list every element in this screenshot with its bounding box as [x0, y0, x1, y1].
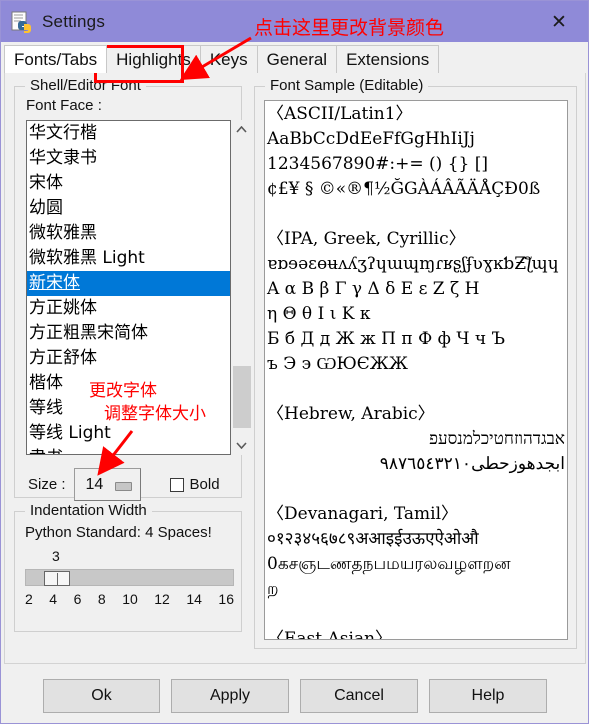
bold-label: Bold — [189, 476, 220, 493]
sample-line — [267, 377, 565, 402]
sample-line: 〈Devanagari, Tamil〉 — [267, 504, 459, 524]
list-item[interactable]: 等线 — [27, 396, 230, 421]
sample-line: Б б Д д Ж ж П п Ф ф Ч ч Ъ — [267, 329, 506, 349]
tab-keys[interactable]: Keys — [199, 45, 258, 73]
list-item[interactable]: 方正姚体 — [27, 296, 230, 321]
chevron-up-icon[interactable] — [231, 120, 252, 139]
sample-line: Α α Β β Γ γ Δ δ Ε ε Ζ ζ Η — [267, 279, 480, 299]
sample-line: AaBbCcDdEeFfGgHhIiJj — [267, 129, 475, 149]
sample-line: 〈Hebrew, Arabic〉 — [267, 404, 435, 424]
tick-label: 10 — [122, 591, 138, 607]
list-item[interactable]: 方正粗黑宋简体 — [27, 321, 230, 346]
tab-general[interactable]: General — [256, 45, 338, 73]
python-idle-icon — [11, 11, 33, 33]
list-item[interactable]: 微软雅黑 — [27, 221, 230, 246]
tab-fonts-tabs[interactable]: Fonts/Tabs — [4, 45, 108, 73]
sample-line: η Θ θ Ι ι Κ κ — [267, 304, 371, 324]
settings-dialog: Settings ✕ Fonts/Tabs Highlights Keys Ge… — [0, 0, 589, 724]
ok-button[interactable]: Ok — [43, 679, 160, 713]
checkbox-box[interactable] — [169, 477, 184, 492]
shell-editor-font-group: Shell/Editor Font Font Face : 华文行楷 华文隶书 … — [14, 77, 252, 501]
font-size-value: 14 — [85, 475, 104, 493]
tab-panel-fonts-tabs: Shell/Editor Font Font Face : 华文行楷 华文隶书 … — [4, 73, 586, 664]
font-face-list[interactable]: 华文行楷 华文隶书 宋体 幼圆 微软雅黑 微软雅黑 Light 新宋体 方正姚体… — [26, 120, 231, 455]
indentation-width-group: Indentation Width Python Standard: 4 Spa… — [14, 502, 242, 632]
slider-tick-labels: 2 4 6 8 10 12 14 16 — [25, 591, 234, 607]
list-item[interactable]: 等线 Light — [27, 421, 230, 446]
sample-line: 1234567890#:+= () {} [] — [267, 154, 488, 174]
list-item[interactable]: 宋体 — [27, 171, 230, 196]
sample-line: 〈East Asian〉 — [267, 629, 393, 640]
help-button[interactable]: Help — [429, 679, 547, 713]
slider-thumb[interactable] — [44, 571, 70, 586]
list-item[interactable]: 华文隶书 — [27, 146, 230, 171]
indentation-width-legend: Indentation Width — [25, 502, 152, 519]
font-sample-textarea[interactable]: 〈ASCII/Latin1〉 AaBbCcDdEeFfGgHhIiJj 1234… — [264, 100, 568, 640]
tab-highlights[interactable]: Highlights — [106, 45, 201, 73]
title-bar: Settings ✕ — [1, 1, 588, 42]
dialog-button-row: Ok Apply Cancel Help — [1, 674, 588, 718]
slider-value-label: 3 — [52, 548, 60, 564]
bold-checkbox[interactable]: Bold — [169, 476, 220, 493]
apply-button[interactable]: Apply — [171, 679, 289, 713]
list-item[interactable]: 华文行楷 — [27, 121, 230, 146]
shell-editor-font-legend: Shell/Editor Font — [25, 77, 146, 94]
size-label: Size : — [28, 476, 66, 493]
sample-line: ъ Э э ѠЮЄЖЖ — [267, 354, 408, 374]
list-item[interactable]: 隶书 — [27, 446, 230, 454]
sample-line: ¢£¥ § ©«®¶½ĞGÀÁÂÃÄÅÇÐ0ß — [267, 179, 541, 199]
sample-line — [267, 602, 565, 627]
list-item[interactable]: 方正舒体 — [27, 346, 230, 371]
tick-label: 16 — [218, 591, 234, 607]
cancel-button[interactable]: Cancel — [300, 679, 418, 713]
indentation-slider[interactable] — [25, 569, 234, 586]
sample-line: ابجدهوزحطى٩٨٧٦٥٤٣٢١٠ — [379, 454, 565, 474]
list-item[interactable]: 楷体 — [27, 371, 230, 396]
sample-line: אבגדהוזחטיכלמנסעפ — [429, 429, 565, 449]
sample-line: ०१२३४५६७८९अआइईउऊएऐओऔ — [267, 529, 479, 549]
font-sample-group: Font Sample (Editable) 〈ASCII/Latin1〉 Aa… — [254, 77, 577, 649]
sample-line: ற — [267, 579, 279, 599]
tick-label: 8 — [97, 591, 106, 607]
sample-line: ɐɒɘəɛɵʉʌʎʒʔɥɯɰɱɾʁʂʃʄʋɣĸƅƵƪɰɥ — [267, 254, 559, 274]
indentation-note: Python Standard: 4 Spaces! — [25, 524, 212, 541]
close-icon[interactable]: ✕ — [542, 9, 576, 35]
dropdown-arrow-icon — [114, 482, 132, 491]
tick-label: 4 — [49, 591, 58, 607]
tick-label: 6 — [73, 591, 82, 607]
sample-line — [267, 477, 565, 502]
sample-line: 0கசஞடணதநபமயரலவழளறன — [267, 554, 511, 574]
tick-label: 2 — [25, 591, 33, 607]
sample-line: 〈IPA, Greek, Cyrillic〉 — [267, 229, 466, 249]
sample-line — [267, 202, 565, 227]
scrollbar-thumb[interactable] — [233, 366, 251, 428]
list-item[interactable]: 幼圆 — [27, 196, 230, 221]
font-sample-legend: Font Sample (Editable) — [265, 77, 429, 94]
font-list-scrollbar[interactable] — [231, 120, 252, 455]
font-face-label: Font Face : — [26, 97, 102, 114]
window-title: Settings — [42, 11, 106, 31]
sample-line: 〈ASCII/Latin1〉 — [267, 104, 413, 124]
size-row: Size : 14 Bold — [28, 468, 220, 501]
chevron-down-icon[interactable] — [231, 436, 252, 455]
font-size-dropdown[interactable]: 14 — [73, 468, 141, 501]
list-item[interactable]: 微软雅黑 Light — [27, 246, 230, 271]
tick-label: 14 — [186, 591, 202, 607]
list-item-selected[interactable]: 新宋体 — [27, 271, 230, 296]
tick-label: 12 — [154, 591, 170, 607]
tab-bar: Fonts/Tabs Highlights Keys General Exten… — [4, 45, 586, 74]
tab-extensions[interactable]: Extensions — [336, 45, 440, 73]
